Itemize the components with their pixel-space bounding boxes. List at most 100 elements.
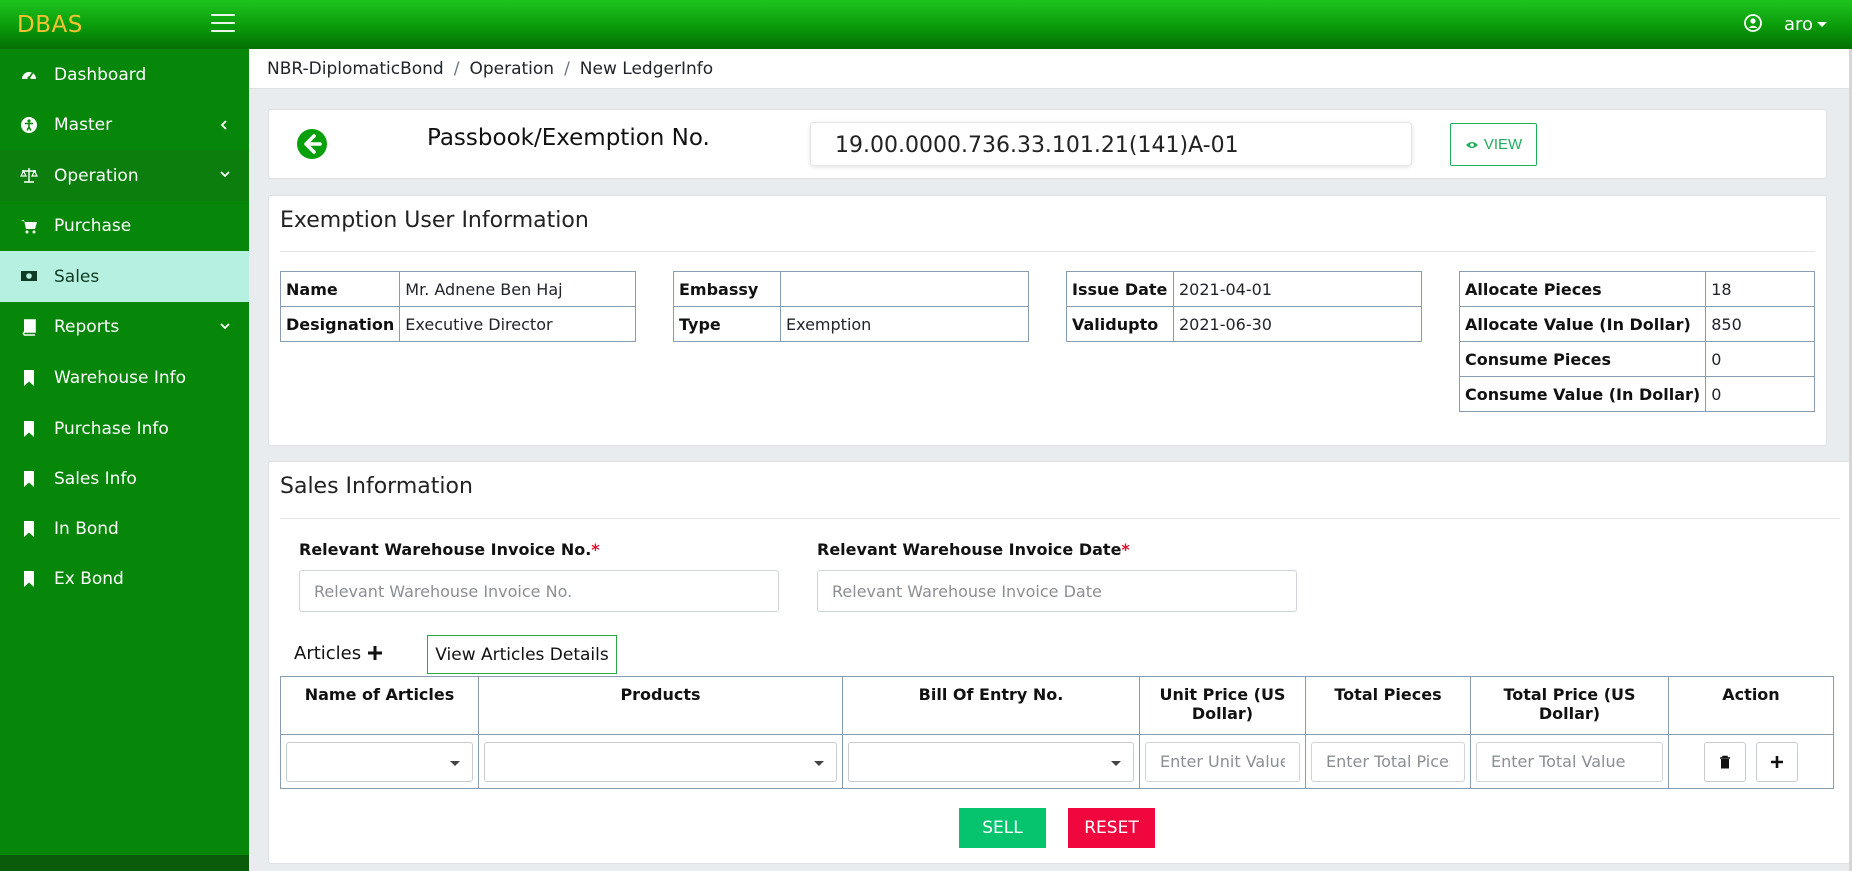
breadcrumb-separator: /	[453, 59, 460, 79]
embassy-key: Embassy	[673, 271, 781, 307]
breadcrumb-bar: NBR-DiplomaticBond / Operation / New LedgerI…	[249, 49, 1849, 89]
consume-value-value: 0	[1705, 376, 1815, 412]
allocate-value-value: 850	[1705, 306, 1815, 342]
bookmark-icon	[24, 421, 34, 437]
sell-button[interactable]: SELL	[959, 808, 1046, 848]
column-header: Name of Articles	[280, 676, 479, 735]
money-icon	[21, 271, 37, 281]
sidebar-item-label: In Bond	[54, 519, 119, 539]
column-header: Bill Of Entry No.	[842, 676, 1140, 735]
validupto-value: 2021-06-30	[1173, 306, 1422, 342]
back-arrow-icon[interactable]	[296, 128, 328, 160]
sidebar-item-label: Sales Info	[54, 469, 137, 489]
sidebar-item-reports[interactable]: Reports	[0, 302, 249, 352]
breadcrumb: NBR-DiplomaticBond / Operation / New LedgerI…	[267, 59, 713, 79]
issue-date-key: Issue Date	[1066, 271, 1174, 307]
user-icon[interactable]	[1744, 14, 1762, 32]
sidebar-item-purchase[interactable]: Purchase	[0, 201, 249, 251]
sidebar-item-sales-info[interactable]: Sales Info	[0, 454, 249, 504]
breadcrumb-item[interactable]: NBR-DiplomaticBond	[267, 59, 444, 79]
bookmark-icon	[24, 370, 34, 386]
bookmark-icon	[24, 471, 34, 487]
sidebar-item-operation[interactable]: Operation	[0, 150, 249, 201]
sidebar-item-dashboard[interactable]: Dashboard	[0, 50, 249, 100]
divider	[280, 251, 1815, 252]
breadcrumb-item[interactable]: Operation	[469, 59, 554, 79]
sidebar-footer	[0, 855, 249, 871]
sidebar: Dashboard Master Operation Purchase Sale…	[0, 49, 249, 871]
book-icon	[22, 319, 36, 336]
total-pieces-input[interactable]	[1311, 741, 1465, 782]
column-header: Total Price (US Dollar)	[1470, 676, 1669, 735]
chevron-down-icon	[220, 171, 230, 178]
brand-logo[interactable]: DBAS	[17, 12, 83, 38]
sidebar-item-sales[interactable]: Sales	[0, 251, 249, 302]
delete-row-button[interactable]	[1704, 741, 1746, 782]
add-article-icon[interactable]	[366, 644, 384, 662]
sidebar-item-purchase-info[interactable]: Purchase Info	[0, 404, 249, 454]
plus-icon	[1771, 755, 1783, 768]
allocate-pieces-key: Allocate Pieces	[1458, 271, 1707, 307]
embassy-value	[780, 271, 1029, 307]
add-row-button[interactable]	[1756, 741, 1798, 782]
sidebar-item-label: Warehouse Info	[54, 368, 187, 388]
chevron-down-icon[interactable]	[1817, 22, 1827, 27]
required-mark: *	[591, 540, 600, 559]
sidebar-item-label: Reports	[54, 317, 120, 337]
dashboard-icon	[22, 72, 36, 80]
view-button-label: VIEW	[1483, 136, 1523, 153]
column-header: Unit Price (US Dollar)	[1139, 676, 1306, 735]
invoice-no-input[interactable]	[299, 570, 779, 612]
unit-price-input[interactable]	[1145, 741, 1300, 782]
balance-scale-icon	[20, 168, 38, 183]
chevron-down-icon	[220, 323, 230, 330]
eye-icon	[1465, 141, 1478, 148]
name-key: Name	[279, 271, 401, 307]
chevron-down-icon	[814, 760, 824, 766]
sales-title: Sales Information	[280, 474, 473, 499]
required-mark: *	[1121, 540, 1130, 559]
user-info-table: Name Mr. Adnene Ben Haj Designation Execut…	[279, 271, 636, 342]
table-row	[280, 734, 1834, 789]
invoice-no-label: Relevant Warehouse Invoice No.*	[299, 540, 600, 559]
bookmark-icon	[24, 571, 34, 587]
bookmark-icon	[24, 521, 34, 537]
allocation-info-table: Allocate Pieces 18 Allocate Value (In Dol…	[1458, 271, 1815, 412]
accessibility-icon	[21, 117, 37, 133]
column-header: Total Pieces	[1305, 676, 1471, 735]
date-info-table: Issue Date 2021-04-01 Validupto 2021-06-30	[1066, 271, 1422, 342]
sidebar-item-label: Purchase Info	[54, 419, 169, 439]
exemption-title: Exemption User Information	[280, 208, 589, 233]
issue-date-value: 2021-04-01	[1173, 271, 1422, 307]
invoice-no-label-text: Relevant Warehouse Invoice No.	[299, 540, 592, 559]
invoice-date-input[interactable]	[817, 570, 1297, 612]
chevron-down-icon	[450, 760, 460, 766]
type-value: Exemption	[780, 306, 1029, 342]
reset-button[interactable]: RESET	[1068, 808, 1155, 848]
sidebar-item-master[interactable]: Master	[0, 100, 249, 150]
user-menu[interactable]: aro	[1784, 14, 1813, 35]
cart-icon	[21, 220, 37, 234]
passbook-number-field[interactable]: 19.00.0000.736.33.101.21(141)A-01	[810, 122, 1412, 166]
sidebar-item-in-bond[interactable]: In Bond	[0, 504, 249, 554]
total-price-input[interactable]	[1476, 741, 1663, 782]
divider	[280, 518, 1840, 519]
sidebar-item-ex-bond[interactable]: Ex Bond	[0, 554, 249, 604]
article-name-select[interactable]	[286, 741, 473, 782]
embassy-info-table: Embassy Type Exemption	[673, 271, 1029, 342]
view-articles-details-button[interactable]: View Articles Details	[427, 635, 617, 674]
consume-value-key: Consume Value (In Dollar)	[1458, 376, 1707, 412]
sidebar-item-warehouse-info[interactable]: Warehouse Info	[0, 353, 249, 403]
consume-pieces-key: Consume Pieces	[1458, 341, 1707, 377]
view-button[interactable]: VIEW	[1450, 123, 1537, 166]
sidebar-item-label: Sales	[54, 266, 100, 287]
product-select[interactable]	[484, 741, 837, 782]
sidebar-item-label: Master	[54, 115, 113, 135]
designation-key: Designation	[279, 306, 401, 342]
top-navbar: DBAS aro	[0, 0, 1852, 49]
bill-of-entry-select[interactable]	[848, 741, 1134, 782]
breadcrumb-separator: /	[564, 59, 570, 79]
sidebar-item-label: Operation	[54, 165, 139, 186]
validupto-key: Validupto	[1066, 306, 1174, 342]
menu-toggle-icon[interactable]	[211, 14, 235, 34]
